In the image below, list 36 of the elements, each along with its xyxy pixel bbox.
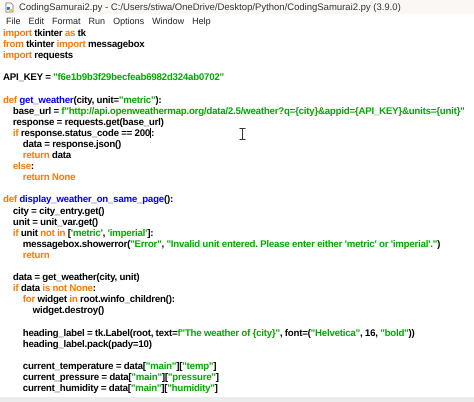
code-line: data = response.json() [22, 138, 122, 150]
code-line: if response.status_code == 200: [12, 128, 154, 139]
code-line: base_url = f"http://api.openweathermap.org/data/2.5/weather?q={city}&appid={API_KEY}&units={unit}" [12, 106, 465, 117]
code-line: city = city_entry.get() [12, 206, 104, 216]
code-line: for widget in root.winfo_children(): [22, 294, 175, 306]
menu-item[interactable]: Run [84, 16, 110, 26]
code-line: messagebox.showerror("Error", "Invalid unit entered. Please enter either 'metric' or 'imperial'.") [22, 238, 440, 250]
code-line: return None [22, 172, 76, 184]
window-title: CodingSamurai2.py - C:/Users/stiwa/OneDrive/Desktop/Python/CodingSamurai2.py (3.9.0) [19, 2, 401, 12]
menu-item[interactable]: Format [48, 16, 85, 26]
code-line: def display_weather_on_same_page(): [3, 194, 173, 206]
code-line: API_KEY = "f6e1b9b3f29becfeab6982d324ab0702" [3, 72, 224, 84]
code-line: return data [22, 150, 71, 162]
code-line: current_temperature = data["main"]["temp"] [22, 360, 216, 372]
code-line: else: [12, 161, 34, 172]
menu-item[interactable]: Help [188, 16, 215, 26]
code-line: import requests [3, 50, 73, 62]
code-line: unit = unit_var.get() [12, 216, 98, 228]
code-line: current_pressure = data["main"]["pressure"] [22, 372, 219, 383]
code-line: return [22, 250, 50, 261]
code-line: heading_label = tk.Label(root, text=f"The weather of {city}", font=("Helvetica", 16, "bold")) [22, 328, 415, 339]
code-line: import tkinter as tk [3, 28, 86, 39]
code-line: from tkinter import messagebox [3, 39, 144, 50]
code-line: current_humidity = data["main"]["humidity"] [22, 383, 218, 394]
code-line: if unit not in ['metric', 'imperial']: [12, 228, 154, 239]
menu-item[interactable]: Edit [24, 16, 48, 26]
code-line: if data is not None: [12, 283, 96, 294]
code-line: response = requests.get(base_url) [12, 116, 164, 128]
menu-item[interactable]: File [2, 16, 25, 26]
code-line: data = get_weather(city, unit) [12, 272, 140, 284]
code-line: widget.destroy() [32, 305, 104, 316]
text-cursor-icon [239, 128, 246, 140]
menu-item[interactable]: Options [109, 16, 148, 26]
code-line: heading_label.pack(pady=10) [22, 338, 152, 350]
code-line: def get_weather(city, unit="metric"): [3, 94, 162, 106]
menu-item[interactable]: Window [148, 16, 188, 26]
